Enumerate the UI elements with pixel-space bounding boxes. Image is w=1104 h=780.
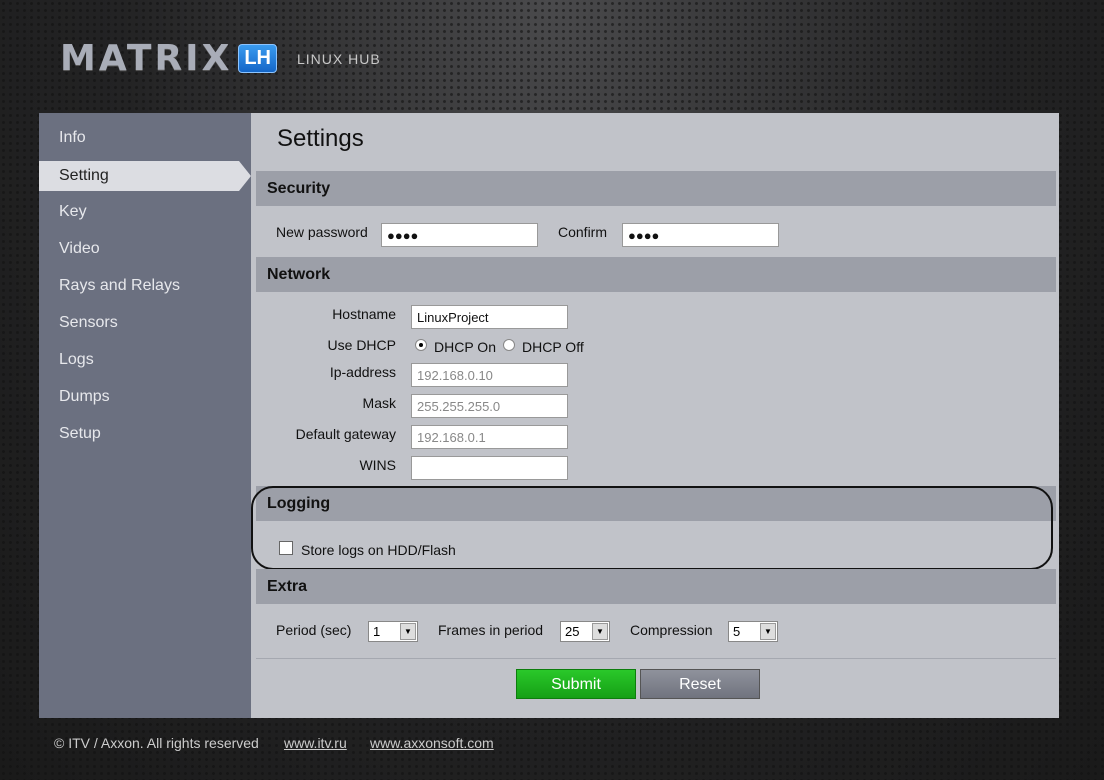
logo-text: MATRIX bbox=[60, 38, 233, 79]
content-panel: Info Setting Key Video Rays and Relays S… bbox=[39, 113, 1059, 718]
section-extra: Extra bbox=[256, 569, 1056, 604]
compression-value: 5 bbox=[733, 624, 741, 639]
wins-input[interactable] bbox=[411, 456, 568, 480]
section-security: Security bbox=[256, 171, 1056, 206]
dhcp-off-radio[interactable] bbox=[503, 339, 515, 351]
highlight-annotation bbox=[251, 486, 1053, 570]
period-value: 1 bbox=[373, 624, 381, 639]
itv-link[interactable]: www.itv.ru bbox=[284, 735, 347, 751]
period-label: Period (sec) bbox=[276, 622, 352, 638]
confirm-label: Confirm bbox=[558, 224, 608, 240]
new-password-label: New password bbox=[276, 224, 368, 240]
frames-label: Frames in period bbox=[438, 622, 544, 638]
divider bbox=[256, 658, 1056, 659]
mask-label: Mask bbox=[362, 395, 396, 411]
reset-button[interactable]: Reset bbox=[640, 669, 760, 699]
dhcp-off-label: DHCP Off bbox=[522, 339, 584, 355]
frames-value: 25 bbox=[565, 624, 580, 639]
sidebar-item-sensors[interactable]: Sensors bbox=[39, 308, 251, 338]
chevron-down-icon: ▼ bbox=[400, 623, 416, 640]
sidebar-item-setup[interactable]: Setup bbox=[39, 419, 251, 449]
ip-label: Ip-address bbox=[329, 364, 396, 380]
logo-badge: LH bbox=[238, 44, 277, 73]
gateway-input[interactable]: 192.168.0.1 bbox=[411, 425, 568, 449]
ip-input[interactable]: 192.168.0.10 bbox=[411, 363, 568, 387]
sidebar-item-key[interactable]: Key bbox=[39, 197, 251, 227]
confirm-input[interactable]: ●●●● bbox=[622, 223, 779, 247]
hostname-label: Hostname bbox=[332, 306, 396, 322]
submit-button[interactable]: Submit bbox=[516, 669, 636, 699]
hostname-input[interactable]: LinuxProject bbox=[411, 305, 568, 329]
period-select[interactable]: 1 ▼ bbox=[368, 621, 418, 642]
section-network: Network bbox=[256, 257, 1056, 292]
wins-label: WINS bbox=[359, 457, 396, 473]
mask-input[interactable]: 255.255.255.0 bbox=[411, 394, 568, 418]
compression-label: Compression bbox=[630, 622, 713, 638]
sidebar: Info Setting Key Video Rays and Relays S… bbox=[39, 113, 251, 718]
sidebar-item-rays-relays[interactable]: Rays and Relays bbox=[39, 271, 251, 301]
frames-select[interactable]: 25 ▼ bbox=[560, 621, 610, 642]
compression-select[interactable]: 5 ▼ bbox=[728, 621, 778, 642]
page-title: Settings bbox=[277, 125, 364, 152]
sidebar-item-dumps[interactable]: Dumps bbox=[39, 382, 251, 412]
axxonsoft-link[interactable]: www.axxonsoft.com bbox=[370, 735, 494, 751]
dhcp-on-radio[interactable] bbox=[415, 339, 427, 351]
sidebar-item-info[interactable]: Info bbox=[39, 123, 251, 153]
sidebar-item-logs[interactable]: Logs bbox=[39, 345, 251, 375]
dhcp-on-label: DHCP On bbox=[434, 339, 496, 355]
sidebar-item-setting[interactable]: Setting bbox=[39, 161, 251, 191]
logo: MATRIX LH LINUX HUB bbox=[60, 38, 381, 79]
sidebar-item-video[interactable]: Video bbox=[39, 234, 251, 264]
new-password-input[interactable]: ●●●● bbox=[381, 223, 538, 247]
chevron-down-icon: ▼ bbox=[592, 623, 608, 640]
logo-subtitle: LINUX HUB bbox=[297, 50, 381, 67]
copyright: © ITV / Axxon. All rights reserved bbox=[54, 735, 259, 751]
dhcp-label: Use DHCP bbox=[327, 337, 396, 353]
gateway-label: Default gateway bbox=[295, 426, 396, 442]
chevron-down-icon: ▼ bbox=[760, 623, 776, 640]
